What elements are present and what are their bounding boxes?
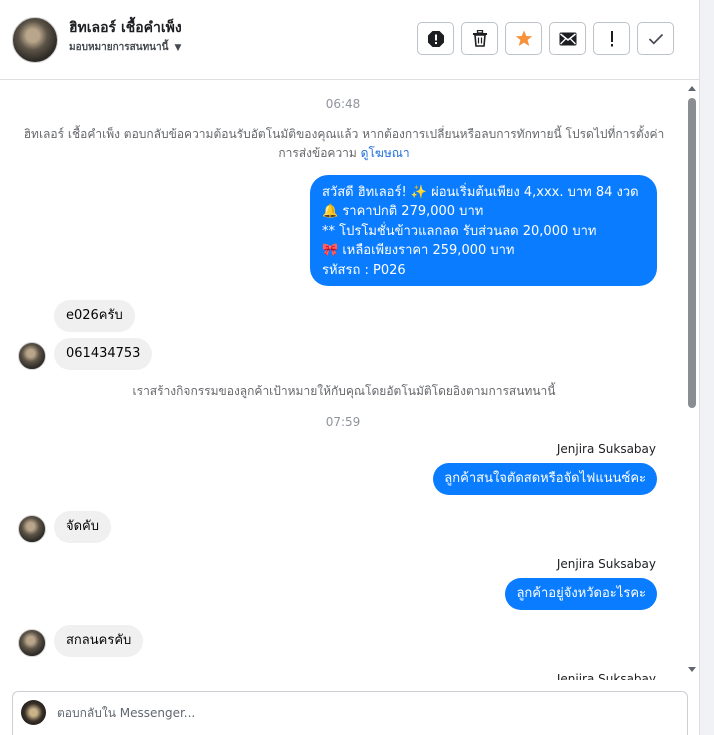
assign-conversation-dropdown[interactable]: มอบหมายการสนทนานี้ ▼ [69,40,181,55]
promo-line: 🔔 ราคาปกติ 279,000 บาท [322,204,484,220]
star-button[interactable] [505,22,542,55]
timestamp: 06:48 [325,97,361,111]
system-message: ฮิทเลอร์ เชื้อคำเพ็ง ตอบกลับข้อความต้อนร… [14,125,674,163]
promo-line: สวัสดี ฮิทเลอร์! ✨ ผ่อนเริ่มต้นเพียง 4,x… [322,185,639,200]
conversation-panel: ฮิทเลอร์ เชื้อคำเพ็ง มอบหมายการสนทนานี้ … [0,0,700,735]
reply-input[interactable] [57,702,657,724]
outgoing-message: ลูกค้าอยู่จังหวัดอะไรคะ [505,578,657,610]
promo-line: ** โปรโมชั่นข้าวแลกลด รับส่วนลด 20,000 บ… [322,223,597,239]
conversation-header: ฮิทเลอร์ เชื้อคำเพ็ง มอบหมายการสนทนานี้ … [0,0,699,80]
sender-name: Jenjira Suksabay [556,672,656,680]
sender-name: Jenjira Suksabay [556,442,656,456]
system-message-lead: เราสร้างกิจกรรมของลูกค้าเป้าหมายให้กับคุ… [132,384,556,398]
scroll-down-arrow-icon[interactable] [688,667,696,672]
caret-down-icon: ▼ [174,42,182,53]
mail-icon [559,32,576,45]
contact-name[interactable]: ฮิทเลอร์ เชื้อคำเพ็ง [69,17,182,39]
star-icon [515,30,532,46]
promo-line: 🎀 เหลือเพียงราคา 259,000 บาท [322,243,515,259]
contact-avatar[interactable] [12,17,58,63]
scroll-up-arrow-icon[interactable] [688,86,696,91]
header-actions [417,22,674,55]
mark-unread-button[interactable] [549,22,586,55]
view-ad-link[interactable]: ดูโฆษณา [361,146,410,160]
contact-avatar-small [18,515,46,543]
incoming-message: สกลนครคับ [54,625,144,657]
message-thread[interactable]: 06:48 ฮิทเลอร์ เชื้อคำเพ็ง ตอบกลับข้อควา… [0,80,686,680]
thread-scrollbar[interactable] [686,80,698,680]
contact-avatar-small [18,342,46,370]
scrollbar-thumb[interactable] [688,98,696,408]
spam-alert-icon [427,30,444,47]
exclamation-icon [610,30,613,46]
delete-button[interactable] [461,22,498,55]
reply-composer [12,691,688,735]
incoming-message: 061434753 [54,338,153,370]
page-avatar [21,700,46,725]
mark-spam-button[interactable] [417,22,454,55]
timestamp: 07:59 [325,415,361,429]
follow-up-button[interactable] [593,22,630,55]
outgoing-message-promo: สวัสดี ฮิทเลอร์! ✨ ผ่อนเริ่มต้นเพียง 4,x… [310,175,657,286]
sender-name: Jenjira Suksabay [556,557,656,571]
assign-label: มอบหมายการสนทนานี้ [69,42,169,53]
contact-avatar-small [18,629,46,657]
mark-done-button[interactable] [637,22,674,55]
incoming-message: จัดคับ [54,511,112,543]
promo-line: รหัสรถ : P026 [322,262,406,278]
trash-icon [472,30,487,47]
incoming-message: e026ครับ [54,300,135,332]
system-message-text: ฮิทเลอร์ เชื้อคำเพ็ง ตอบกลับข้อความต้อนร… [23,127,665,160]
window-gutter [700,0,714,735]
outgoing-message: ลูกค้าสนใจตัดสดหรือจัดไฟแนนซ์คะ [433,463,657,495]
check-icon [648,33,663,45]
